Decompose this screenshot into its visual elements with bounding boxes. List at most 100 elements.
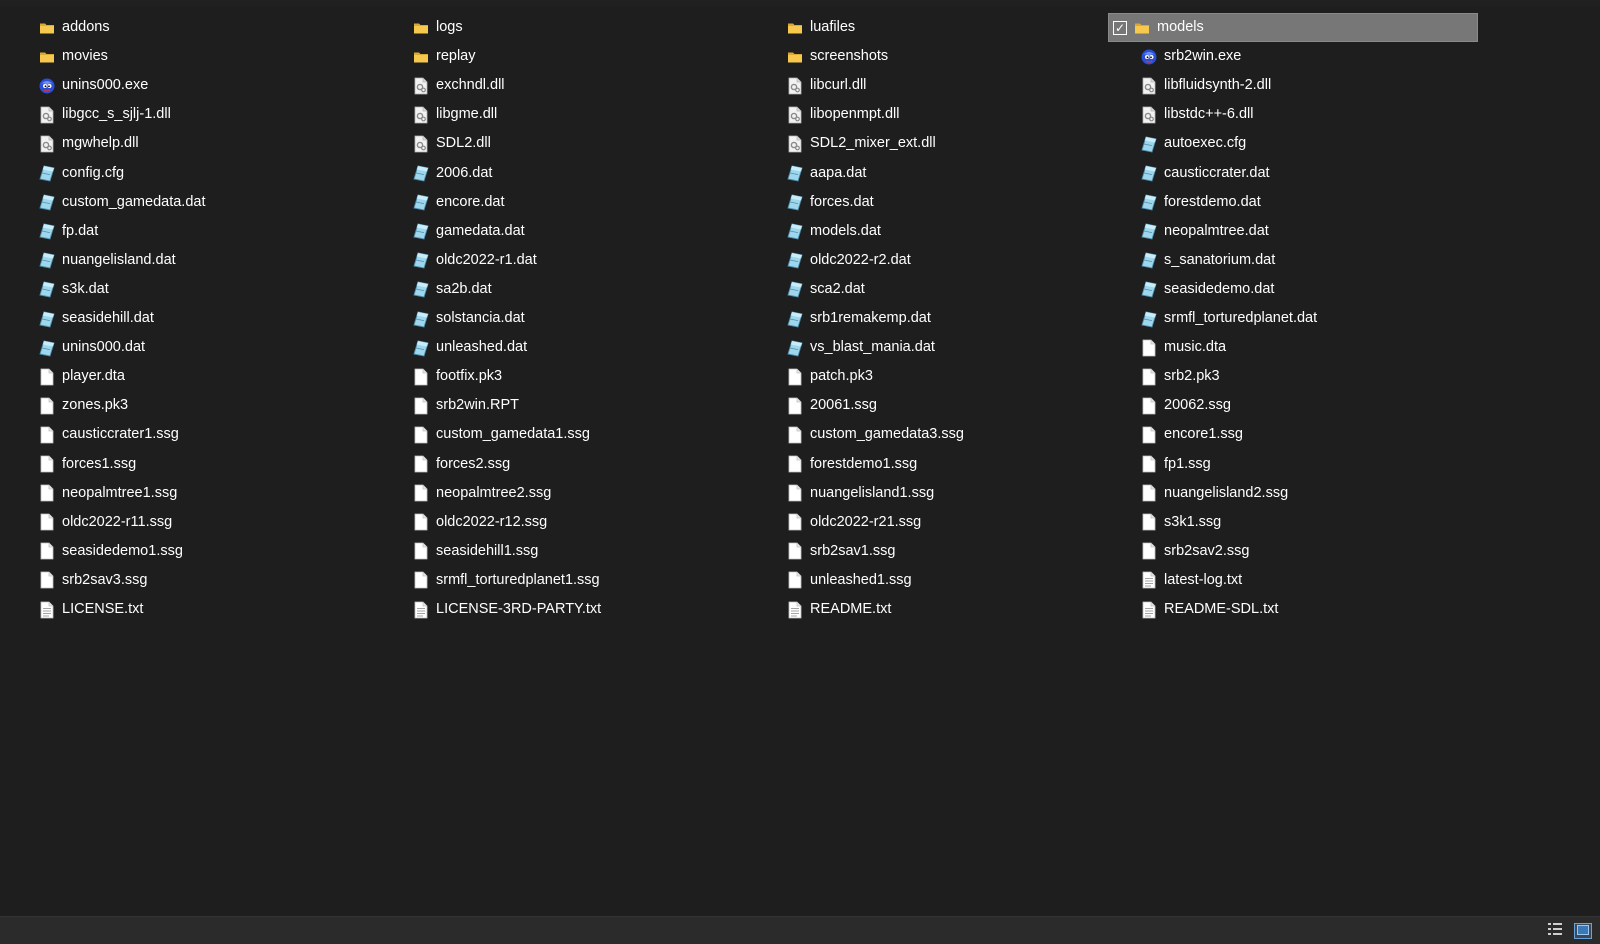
file-item[interactable]: 20062.ssg bbox=[1135, 391, 1231, 420]
file-item[interactable]: encore.dat bbox=[407, 188, 505, 217]
file-item[interactable]: solstancia.dat bbox=[407, 304, 525, 333]
file-name-label: seasidedemo.dat bbox=[1164, 280, 1275, 297]
file-item[interactable]: unleashed.dat bbox=[407, 333, 527, 362]
file-item[interactable]: player.dta bbox=[33, 362, 125, 391]
folder-item[interactable]: luafiles bbox=[781, 13, 855, 42]
file-item[interactable]: oldc2022-r12.ssg bbox=[407, 508, 547, 537]
file-item[interactable]: srb2sav1.ssg bbox=[781, 537, 895, 566]
file-item[interactable]: srb2sav2.ssg bbox=[1135, 537, 1249, 566]
file-item[interactable]: mgwhelp.dll bbox=[33, 129, 139, 158]
file-item[interactable]: libgcc_s_sjlj-1.dll bbox=[33, 100, 171, 129]
large-icons-view-button[interactable] bbox=[1574, 923, 1592, 939]
folder-item[interactable]: logs bbox=[407, 13, 463, 42]
file-item[interactable]: fp.dat bbox=[33, 217, 98, 246]
file-name-label: srb2win.exe bbox=[1164, 48, 1242, 65]
details-view-button[interactable] bbox=[1546, 923, 1564, 939]
file-item[interactable]: gamedata.dat bbox=[407, 217, 525, 246]
file-item[interactable]: libfluidsynth-2.dll bbox=[1135, 71, 1271, 100]
file-item[interactable]: custom_gamedata1.ssg bbox=[407, 420, 590, 449]
file-item[interactable]: srb1remakemp.dat bbox=[781, 304, 931, 333]
file-item[interactable]: libgme.dll bbox=[407, 100, 497, 129]
file-item[interactable]: s3k1.ssg bbox=[1135, 508, 1221, 537]
file-item[interactable]: forces1.ssg bbox=[33, 450, 136, 479]
folder-item[interactable]: movies bbox=[33, 42, 108, 71]
file-item[interactable]: music.dta bbox=[1135, 333, 1226, 362]
file-item[interactable]: srb2.pk3 bbox=[1135, 362, 1220, 391]
file-item[interactable]: sa2b.dat bbox=[407, 275, 492, 304]
file-item[interactable]: neopalmtree1.ssg bbox=[33, 479, 177, 508]
file-item[interactable]: srmfl_torturedplanet1.ssg bbox=[407, 566, 600, 595]
file-item[interactable]: forces.dat bbox=[781, 188, 874, 217]
file-item[interactable]: exchndl.dll bbox=[407, 71, 505, 100]
app-icon bbox=[38, 77, 56, 95]
file-item[interactable]: vs_blast_mania.dat bbox=[781, 333, 935, 362]
file-item[interactable]: custom_gamedata.dat bbox=[33, 188, 205, 217]
file-item[interactable]: LICENSE-3RD-PARTY.txt bbox=[407, 595, 601, 624]
file-item[interactable]: seasidedemo1.ssg bbox=[33, 537, 183, 566]
file-item[interactable]: neopalmtree2.ssg bbox=[407, 479, 551, 508]
file-item[interactable]: sca2.dat bbox=[781, 275, 865, 304]
file-item[interactable]: srb2win.RPT bbox=[407, 391, 519, 420]
file-item[interactable]: seasidehill1.ssg bbox=[407, 537, 538, 566]
file-item[interactable]: nuangelisland1.ssg bbox=[781, 479, 934, 508]
file-item[interactable]: libstdc++-6.dll bbox=[1135, 100, 1253, 129]
file-item[interactable]: SDL2_mixer_ext.dll bbox=[781, 129, 936, 158]
file-item[interactable]: unins000.exe bbox=[33, 71, 148, 100]
file-item[interactable]: README.txt bbox=[781, 595, 891, 624]
folder-item[interactable]: addons bbox=[33, 13, 110, 42]
file-name-label: config.cfg bbox=[62, 164, 125, 181]
large-icons-view-icon bbox=[1577, 922, 1589, 940]
file-item[interactable]: encore1.ssg bbox=[1135, 420, 1243, 449]
file-item[interactable]: config.cfg bbox=[33, 159, 124, 188]
file-item[interactable]: autoexec.cfg bbox=[1135, 129, 1246, 158]
file-item[interactable]: patch.pk3 bbox=[781, 362, 873, 391]
file-item[interactable]: forestdemo1.ssg bbox=[781, 450, 917, 479]
file-item[interactable]: causticcrater.dat bbox=[1135, 159, 1270, 188]
folder-item[interactable]: replay bbox=[407, 42, 476, 71]
file-item[interactable]: s3k.dat bbox=[33, 275, 109, 304]
file-item[interactable]: README-SDL.txt bbox=[1135, 595, 1278, 624]
file-item[interactable]: s_sanatorium.dat bbox=[1135, 246, 1275, 275]
file-name-label: screenshots bbox=[810, 48, 889, 65]
config-file-icon bbox=[38, 251, 56, 269]
file-item[interactable]: 20061.ssg bbox=[781, 391, 877, 420]
file-item[interactable]: libopenmpt.dll bbox=[781, 100, 899, 129]
file-item[interactable]: models.dat bbox=[781, 217, 881, 246]
file-item[interactable]: LICENSE.txt bbox=[33, 595, 143, 624]
folder-item[interactable]: screenshots bbox=[781, 42, 888, 71]
file-item[interactable]: fp1.ssg bbox=[1135, 450, 1211, 479]
file-item[interactable]: srmfl_torturedplanet.dat bbox=[1135, 304, 1317, 333]
file-item[interactable]: SDL2.dll bbox=[407, 129, 491, 158]
file-item[interactable]: latest-log.txt bbox=[1135, 566, 1242, 595]
file-item[interactable]: seasidehill.dat bbox=[33, 304, 154, 333]
file-item[interactable]: nuangelisland2.ssg bbox=[1135, 479, 1288, 508]
file-item[interactable]: causticcrater1.ssg bbox=[33, 420, 179, 449]
file-item[interactable]: forestdemo.dat bbox=[1135, 188, 1261, 217]
blank-file-icon bbox=[38, 542, 56, 560]
file-item[interactable]: oldc2022-r21.ssg bbox=[781, 508, 921, 537]
file-item[interactable]: footfix.pk3 bbox=[407, 362, 502, 391]
file-item[interactable]: aapa.dat bbox=[781, 159, 866, 188]
file-item[interactable]: zones.pk3 bbox=[33, 391, 128, 420]
file-name-label: oldc2022-r21.ssg bbox=[810, 513, 922, 530]
selection-checkbox[interactable]: ✓ bbox=[1113, 20, 1127, 35]
file-item[interactable]: oldc2022-r2.dat bbox=[781, 246, 911, 275]
file-name-label: forces2.ssg bbox=[436, 455, 511, 472]
file-item[interactable]: forces2.ssg bbox=[407, 450, 510, 479]
file-item[interactable]: nuangelisland.dat bbox=[33, 246, 176, 275]
file-list-pane[interactable]: addons movies unins000.exe libgcc_s_sjlj… bbox=[0, 6, 1600, 916]
file-item[interactable]: libcurl.dll bbox=[781, 71, 866, 100]
file-item[interactable]: unleashed1.ssg bbox=[781, 566, 912, 595]
file-item[interactable]: neopalmtree.dat bbox=[1135, 217, 1269, 246]
config-file-icon bbox=[1140, 135, 1158, 153]
file-item[interactable]: 2006.dat bbox=[407, 159, 492, 188]
file-item[interactable]: srb2sav3.ssg bbox=[33, 566, 147, 595]
file-item[interactable]: oldc2022-r11.ssg bbox=[33, 508, 172, 537]
file-name-label: movies bbox=[62, 48, 108, 65]
file-item[interactable]: unins000.dat bbox=[33, 333, 145, 362]
file-item[interactable]: oldc2022-r1.dat bbox=[407, 246, 537, 275]
folder-item[interactable]: ✓ models bbox=[1108, 13, 1478, 42]
file-item[interactable]: custom_gamedata3.ssg bbox=[781, 420, 964, 449]
file-item[interactable]: seasidedemo.dat bbox=[1135, 275, 1274, 304]
file-item[interactable]: srb2win.exe bbox=[1135, 42, 1241, 71]
